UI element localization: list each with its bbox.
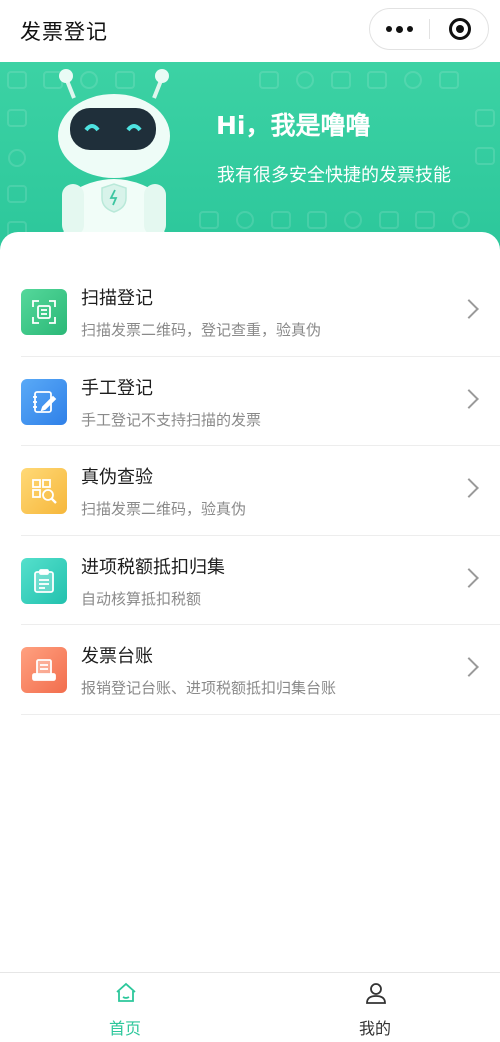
menu-item-tax-deduction[interactable]: 进项税额抵扣归集 自动核算抵扣税额: [21, 536, 500, 625]
menu-item-desc: 扫描发票二维码，验真伪: [81, 500, 247, 518]
robot-mascot-icon: [58, 69, 170, 246]
bottom-tab-bar: 首页 我的: [0, 972, 500, 1042]
function-card: 扫描登记 扫描发票二维码，登记查重，验真伪 手工登记 手工登记不支持扫描的发票: [0, 232, 500, 974]
tab-mine[interactable]: 我的: [250, 973, 500, 1042]
user-icon: [366, 983, 386, 1004]
capsule-divider: [429, 19, 430, 39]
menu-item-desc: 手工登记不支持扫描的发票: [81, 410, 262, 429]
home-icon: [116, 982, 136, 1002]
menu-item-title: 扫描登记: [81, 288, 153, 309]
notebook-pen-icon: [21, 378, 67, 425]
menu-item-title: 发票台账: [81, 646, 153, 667]
navigation-bar: 发票登记: [0, 0, 500, 62]
banner-greeting: Hi，我是噜噜: [216, 111, 371, 140]
scan-qr-icon: [21, 289, 67, 335]
menu-item-title: 进项税额抵扣归集: [81, 556, 225, 578]
chevron-right-icon: [459, 657, 479, 677]
menu-item-scan-register[interactable]: 扫描登记 扫描发票二维码，登记查重，验真伪: [21, 267, 500, 357]
ledger-icon: [21, 647, 67, 693]
tab-home-label: 首页: [108, 1019, 141, 1038]
menu-item-invoice-ledger[interactable]: 发票台账 报销登记台账、进项税额抵扣归集台账: [21, 625, 500, 715]
banner-subtitle: 我有很多安全快捷的发票技能: [217, 165, 451, 186]
menu-item-title: 真伪查验: [81, 467, 153, 488]
miniprogram-capsule: [369, 8, 489, 50]
chevron-right-icon: [459, 567, 479, 588]
tab-mine-label: 我的: [358, 1019, 391, 1038]
menu-item-desc: 报销登记台账、进项税额抵扣归集台账: [81, 679, 337, 697]
clipboard-icon: [21, 557, 67, 604]
qr-magnifier-icon: [21, 468, 67, 514]
hero-banner: Hi，我是噜噜 我有很多安全快捷的发票技能: [0, 62, 500, 252]
close-target-icon[interactable]: [449, 18, 471, 40]
tab-home[interactable]: 首页: [0, 973, 250, 1042]
menu-item-manual-register[interactable]: 手工登记 手工登记不支持扫描的发票: [21, 357, 500, 446]
chevron-right-icon: [459, 478, 479, 498]
more-options-button[interactable]: [370, 9, 429, 49]
chevron-right-icon: [459, 299, 479, 319]
menu-item-desc: 自动核算抵扣税额: [81, 589, 202, 608]
function-list: 扫描登记 扫描发票二维码，登记查重，验真伪 手工登记 手工登记不支持扫描的发票: [21, 267, 500, 715]
chevron-right-icon: [459, 388, 479, 409]
menu-item-verify[interactable]: 真伪查验 扫描发票二维码，验真伪: [21, 446, 500, 536]
menu-item-desc: 扫描发票二维码，登记查重，验真伪: [81, 321, 322, 339]
page-title: 发票登记: [20, 20, 108, 44]
menu-item-title: 手工登记: [81, 377, 153, 399]
